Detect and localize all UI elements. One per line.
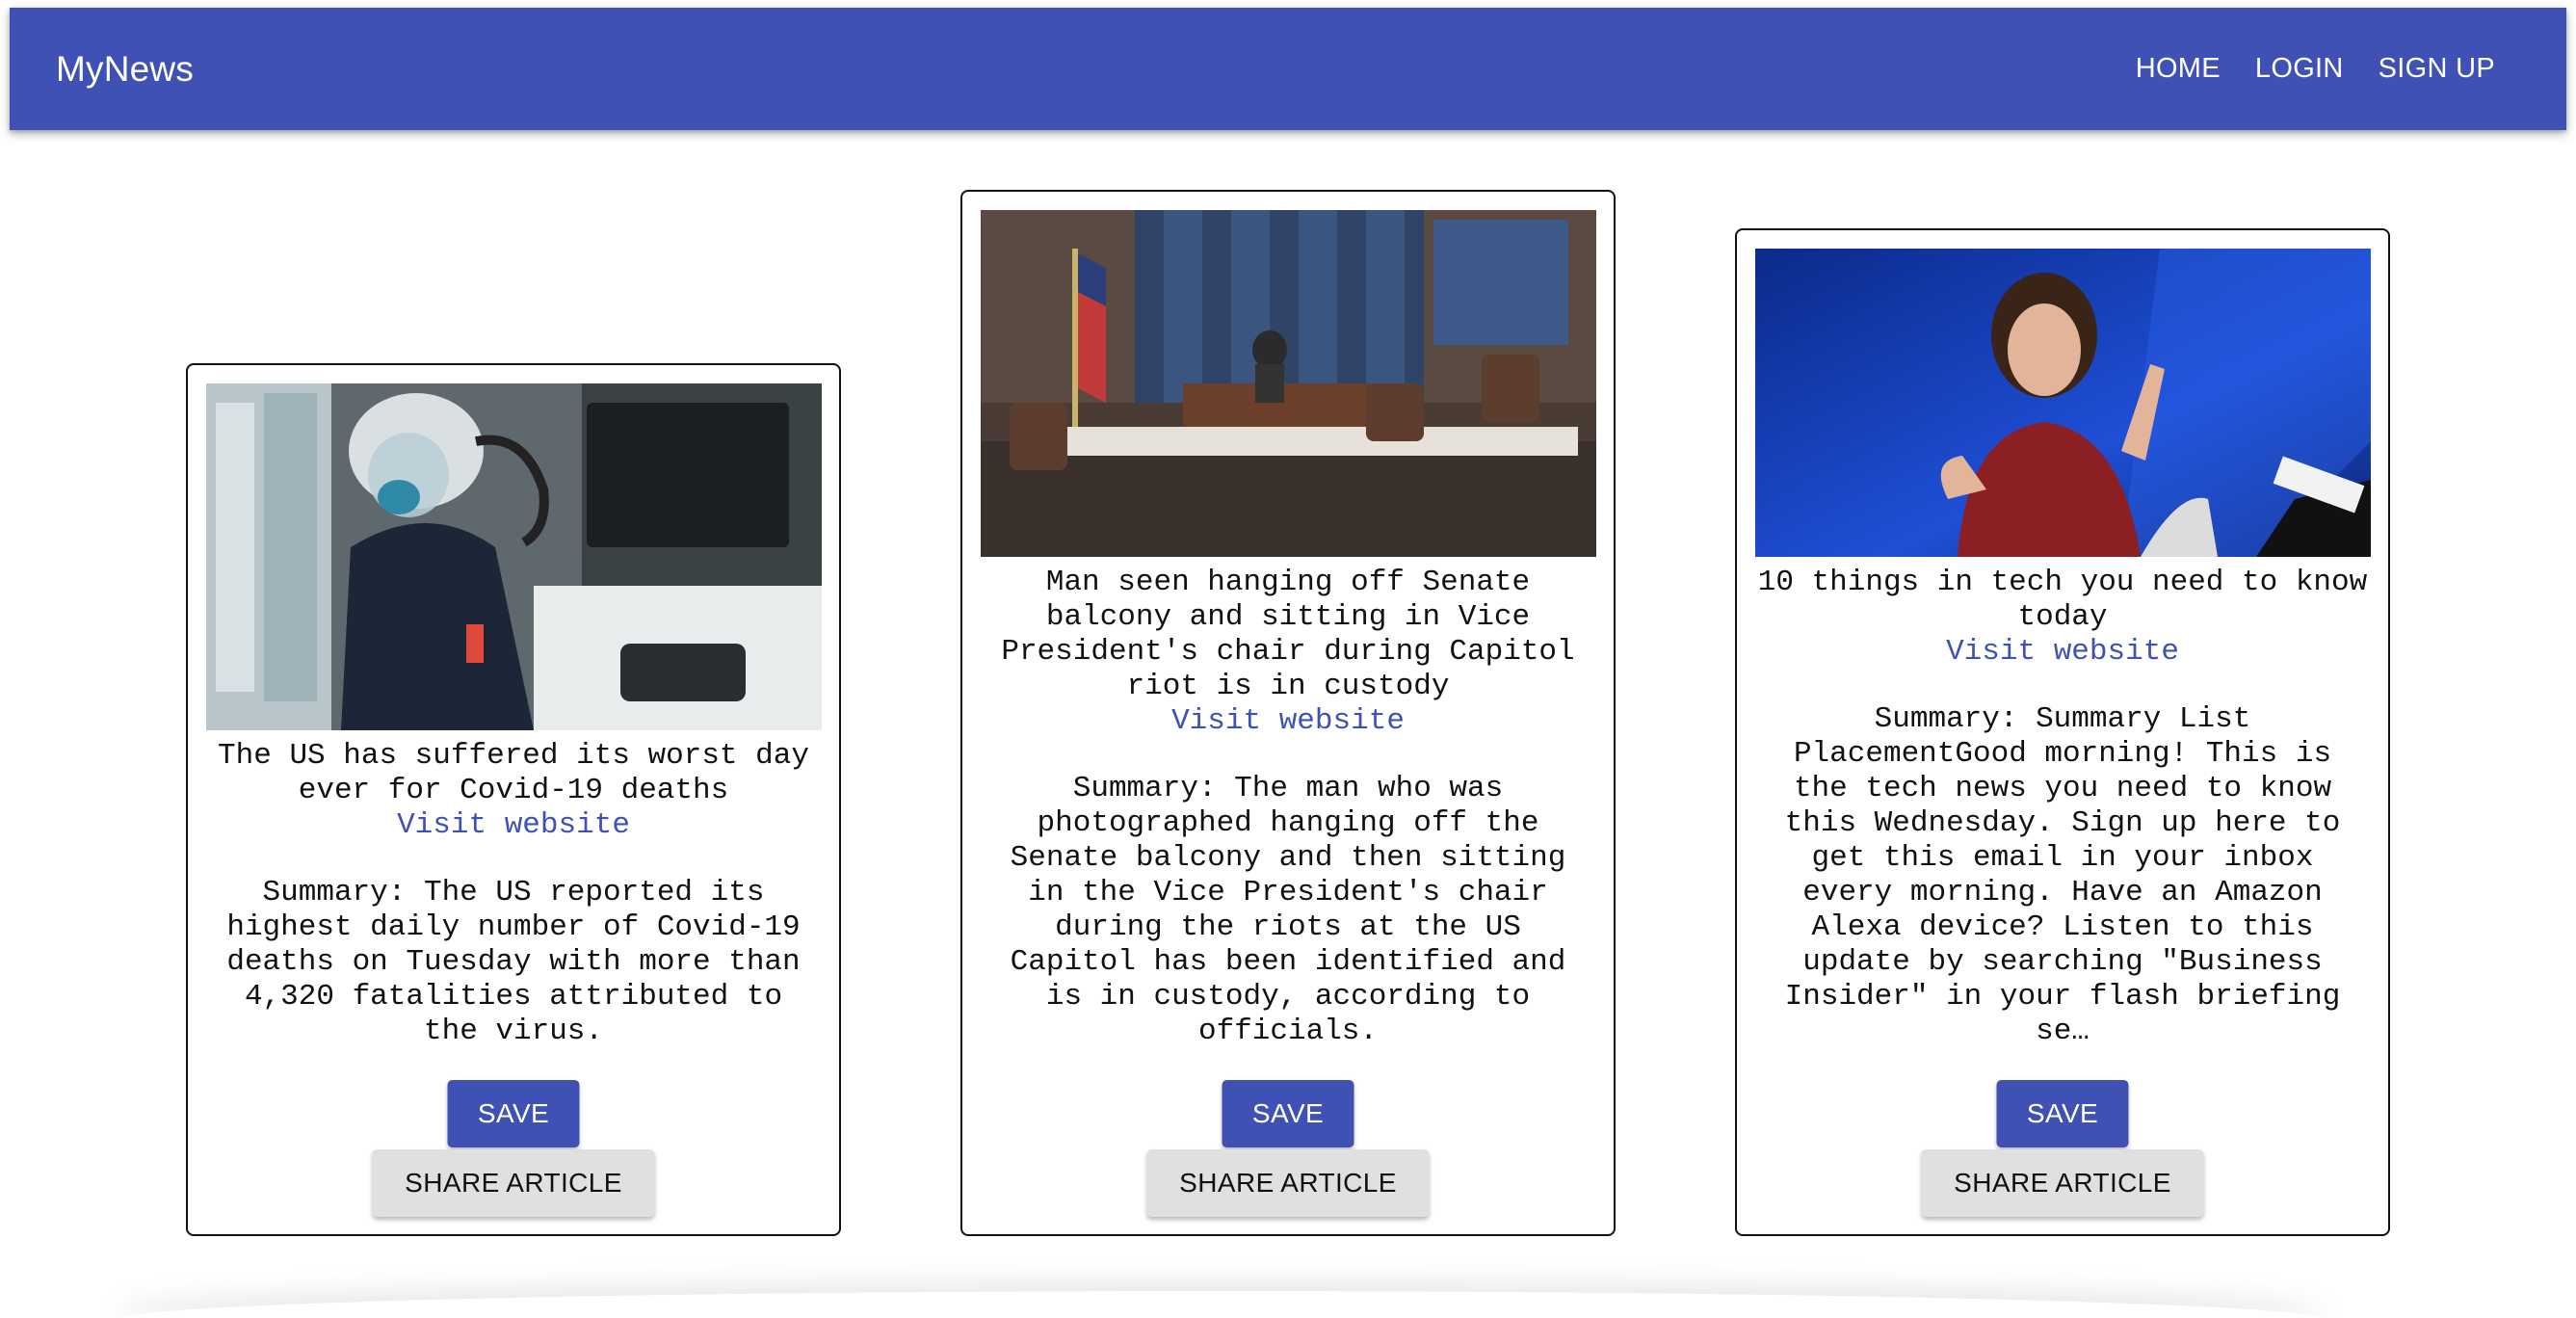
nav-home-link[interactable]: HOME xyxy=(2118,43,2238,94)
article-summary: Summary: The US reported its highest dai… xyxy=(226,876,801,1048)
top-nav: HOME LOGIN SIGN UP xyxy=(2118,8,2512,130)
visit-website-link[interactable]: Visit website xyxy=(1171,704,1405,739)
hospital-photo-illustration xyxy=(206,383,822,730)
article-title: Man seen hanging off Senate balcony and … xyxy=(1001,566,1575,703)
share-article-button[interactable]: SHARE ARTICLE xyxy=(1921,1149,2204,1217)
article-summary: Summary: Summary List PlacementGood morn… xyxy=(1784,702,2341,1048)
page-bottom-shadow xyxy=(116,1291,2326,1318)
save-button[interactable]: SAVE xyxy=(1996,1080,2129,1147)
article-body: The US has suffered its worst day ever f… xyxy=(203,739,824,1049)
article-image-tech xyxy=(1755,249,2371,557)
article-title: 10 things in tech you need to know today xyxy=(1757,566,2368,634)
article-body: Man seen hanging off Senate balcony and … xyxy=(978,566,1598,1049)
app-bar: MyNews HOME LOGIN SIGN UP xyxy=(10,8,2566,130)
visit-website-link[interactable]: Visit website xyxy=(397,808,630,843)
brand-logo[interactable]: MyNews xyxy=(56,8,194,130)
article-card-covid: The US has suffered its worst day ever f… xyxy=(186,363,841,1236)
nav-login-link[interactable]: LOGIN xyxy=(2238,43,2361,94)
save-button[interactable]: SAVE xyxy=(1222,1080,1354,1147)
article-summary: Summary: The man who was photographed ha… xyxy=(1010,772,1566,1048)
article-image-covid xyxy=(206,383,822,730)
visit-website-link[interactable]: Visit website xyxy=(1946,635,2179,670)
article-card-tech: 10 things in tech you need to know today… xyxy=(1735,228,2390,1236)
share-article-button[interactable]: SHARE ARTICLE xyxy=(372,1149,655,1217)
article-body: 10 things in tech you need to know today… xyxy=(1752,566,2373,1049)
senate-photo-illustration xyxy=(981,210,1596,557)
article-card-senate: Man seen hanging off Senate balcony and … xyxy=(960,190,1616,1236)
nav-signup-link[interactable]: SIGN UP xyxy=(2361,43,2512,94)
save-button[interactable]: SAVE xyxy=(447,1080,580,1147)
speaker-photo-illustration xyxy=(1755,249,2371,557)
share-article-button[interactable]: SHARE ARTICLE xyxy=(1146,1149,1430,1217)
article-title: The US has suffered its worst day ever f… xyxy=(218,739,809,807)
article-image-senate xyxy=(981,210,1596,557)
